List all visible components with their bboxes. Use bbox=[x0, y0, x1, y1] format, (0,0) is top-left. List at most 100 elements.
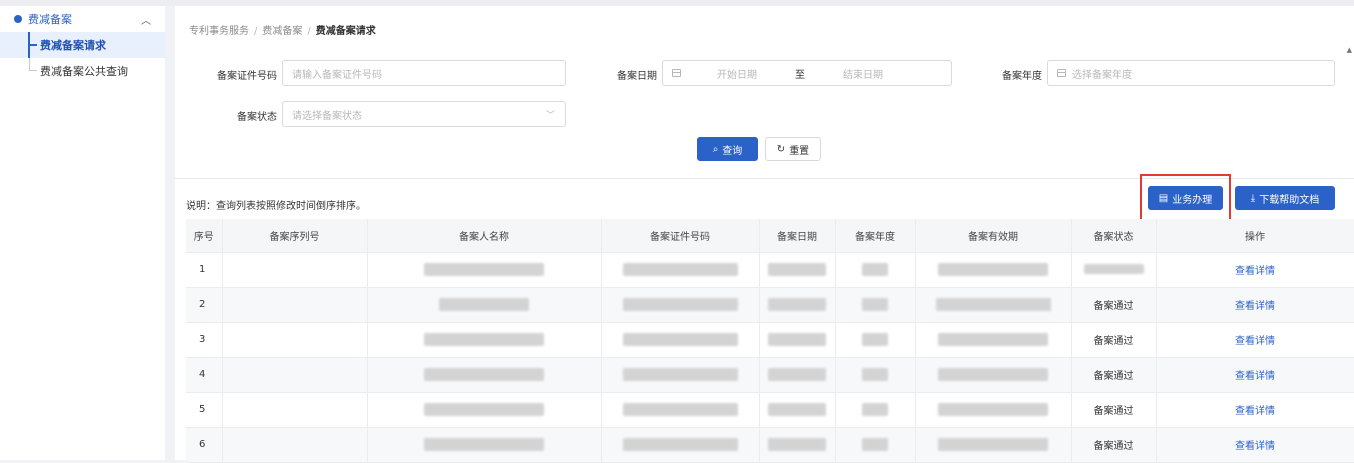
scroll-up-icon[interactable]: ▲ bbox=[1347, 46, 1352, 54]
main-panel: 专利事务服务 / 费减备案 / 费减备案请求 ▲ 备案证件号码 请输入备案证件号码 备案… bbox=[175, 6, 1354, 463]
table-row: 3 备案通过 查看详情 bbox=[186, 322, 1354, 358]
table-header-row: 序号 备案序列号 备案人名称 备案证件号码 备案日期 备案年度 备案有效期 备案… bbox=[186, 219, 1354, 253]
validity-cell bbox=[915, 392, 1072, 428]
search-button[interactable]: ⌕ 查询 bbox=[697, 137, 758, 161]
year-cell bbox=[835, 322, 916, 358]
view-details-link[interactable]: 查看详情 bbox=[1235, 336, 1275, 347]
name-cell bbox=[367, 322, 602, 358]
records-table: 序号 备案序列号 备案人名称 备案证件号码 备案日期 备案年度 备案有效期 备案… bbox=[186, 219, 1354, 463]
date-range-picker[interactable]: 开始日期 至 结束日期 bbox=[662, 60, 952, 86]
business-button-label: 业务办理 bbox=[1172, 194, 1213, 206]
status-cell: 备案通过 bbox=[1071, 427, 1157, 463]
row-index: 4 bbox=[186, 357, 223, 393]
date-start-placeholder: 开始日期 bbox=[717, 69, 757, 81]
serial-cell bbox=[222, 427, 368, 463]
action-cell: 查看详情 bbox=[1156, 322, 1354, 358]
shield-icon bbox=[14, 15, 22, 23]
sidebar-item-request[interactable]: 费减备案请求 bbox=[0, 32, 165, 58]
cert-number-input[interactable]: 请输入备案证件号码 bbox=[282, 60, 566, 86]
cert-label: 备案证件号码 bbox=[217, 71, 277, 82]
year-picker[interactable]: 选择备案年度 bbox=[1047, 60, 1335, 86]
serial-cell bbox=[222, 322, 368, 358]
validity-cell bbox=[915, 357, 1072, 393]
view-details-link[interactable]: 查看详情 bbox=[1235, 301, 1275, 312]
reset-button-label: 重置 bbox=[789, 145, 810, 157]
table-row: 5 备案通过 查看详情 bbox=[186, 392, 1354, 428]
action-cell: 查看详情 bbox=[1156, 357, 1354, 393]
refresh-icon: ↻ bbox=[776, 143, 786, 155]
view-details-link[interactable]: 查看详情 bbox=[1235, 441, 1275, 452]
sidebar-item-label: 费减备案公共查询 bbox=[40, 65, 128, 78]
view-details-link[interactable]: 查看详情 bbox=[1235, 371, 1275, 382]
calendar-icon bbox=[1057, 69, 1066, 77]
calendar-icon bbox=[672, 69, 681, 77]
serial-cell bbox=[222, 392, 368, 428]
business-handling-button[interactable]: ▤ 业务办理 bbox=[1148, 186, 1223, 210]
column-header: 备案有效期 bbox=[915, 219, 1072, 253]
table-row: 6 备案通过 查看详情 bbox=[186, 427, 1354, 463]
row-index: 6 bbox=[186, 427, 223, 463]
date-cell bbox=[759, 287, 836, 323]
row-index: 3 bbox=[186, 322, 223, 358]
date-cell bbox=[759, 392, 836, 428]
cert-cell bbox=[601, 322, 760, 358]
row-index: 5 bbox=[186, 392, 223, 428]
reset-button[interactable]: ↻ 重置 bbox=[765, 137, 821, 161]
date-cell bbox=[759, 252, 836, 288]
sidebar-group-fee-reduction[interactable]: 费减备案 ︿ bbox=[0, 6, 165, 32]
year-label: 备案年度 bbox=[1002, 71, 1042, 82]
sidebar-item-public-query[interactable]: 费减备案公共查询 bbox=[0, 58, 165, 84]
column-header: 备案年度 bbox=[835, 219, 916, 253]
download-button-label: 下载帮助文档 bbox=[1259, 194, 1320, 206]
breadcrumb-item[interactable]: 专利事务服务 bbox=[189, 26, 249, 37]
column-header: 序号 bbox=[186, 219, 223, 253]
cert-cell bbox=[601, 392, 760, 428]
date-cell bbox=[759, 322, 836, 358]
name-cell bbox=[367, 252, 602, 288]
column-header: 备案日期 bbox=[759, 219, 836, 253]
view-details-link[interactable]: 查看详情 bbox=[1235, 406, 1275, 417]
status-label: 备案状态 bbox=[237, 112, 277, 123]
status-select[interactable]: 请选择备案状态 ﹀ bbox=[282, 101, 566, 127]
serial-cell bbox=[222, 252, 368, 288]
cert-cell bbox=[601, 252, 760, 288]
date-cell bbox=[759, 357, 836, 393]
status-cell: 备案通过 bbox=[1071, 392, 1157, 428]
download-help-button[interactable]: ⤓ 下载帮助文档 bbox=[1235, 186, 1335, 210]
cert-cell bbox=[601, 427, 760, 463]
document-icon: ▤ bbox=[1158, 192, 1169, 204]
action-cell: 查看详情 bbox=[1156, 392, 1354, 428]
action-cell: 查看详情 bbox=[1156, 427, 1354, 463]
table-row: 2 备案通过 查看详情 bbox=[186, 287, 1354, 323]
status-placeholder: 请选择备案状态 bbox=[292, 110, 362, 122]
action-cell: 查看详情 bbox=[1156, 252, 1354, 288]
cert-cell bbox=[601, 357, 760, 393]
download-icon: ⤓ bbox=[1250, 192, 1256, 204]
column-header: 备案状态 bbox=[1071, 219, 1157, 253]
serial-cell bbox=[222, 357, 368, 393]
name-cell bbox=[367, 357, 602, 393]
validity-cell bbox=[915, 427, 1072, 463]
date-separator: 至 bbox=[795, 69, 805, 81]
column-header: 备案人名称 bbox=[367, 219, 602, 253]
row-index: 1 bbox=[186, 252, 223, 288]
column-header: 备案证件号码 bbox=[601, 219, 760, 253]
year-cell bbox=[835, 427, 916, 463]
status-cell: 备案通过 bbox=[1071, 322, 1157, 358]
breadcrumb-item[interactable]: 费减备案 bbox=[262, 26, 302, 37]
view-details-link[interactable]: 查看详情 bbox=[1235, 266, 1275, 277]
breadcrumb: 专利事务服务 / 费减备案 / 费减备案请求 bbox=[189, 26, 376, 37]
chevron-up-icon[interactable]: ︿ bbox=[141, 12, 151, 27]
sidebar-group-label: 费减备案 bbox=[28, 13, 72, 26]
serial-cell bbox=[222, 287, 368, 323]
year-cell bbox=[835, 252, 916, 288]
row-index: 2 bbox=[186, 287, 223, 323]
search-icon: ⌕ bbox=[712, 143, 719, 155]
year-cell bbox=[835, 392, 916, 428]
status-cell bbox=[1071, 252, 1157, 288]
year-cell bbox=[835, 287, 916, 323]
name-cell bbox=[367, 287, 602, 323]
status-cell: 备案通过 bbox=[1071, 287, 1157, 323]
year-placeholder: 选择备案年度 bbox=[1072, 69, 1132, 81]
action-cell: 查看详情 bbox=[1156, 287, 1354, 323]
